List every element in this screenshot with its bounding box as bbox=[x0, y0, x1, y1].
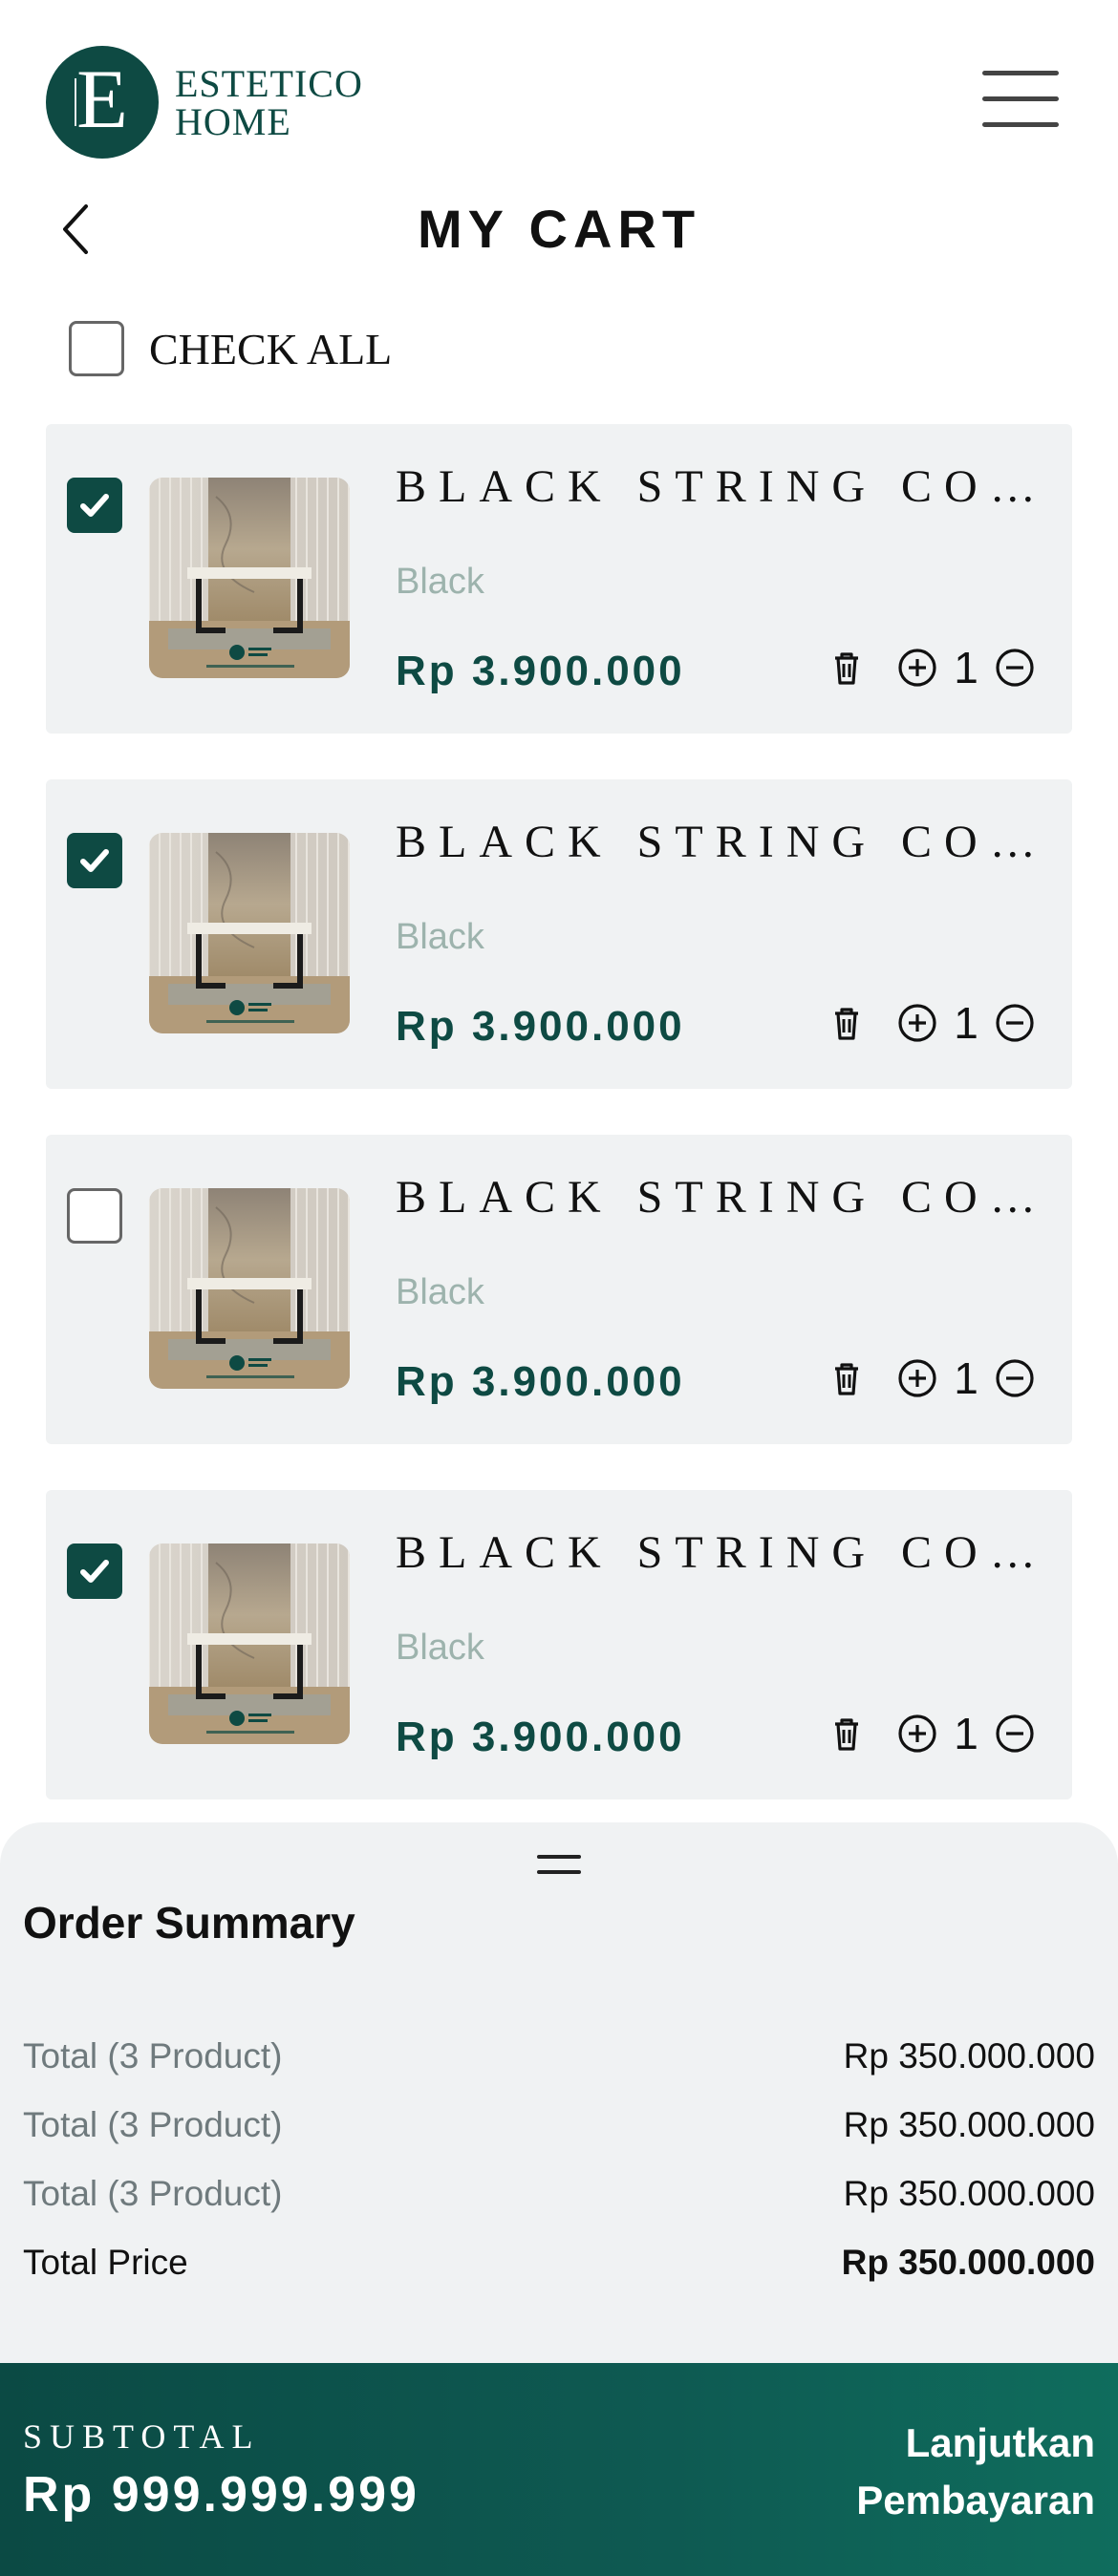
order-summary-sheet: Order Summary Total (3 Product) Rp 350.0… bbox=[0, 1822, 1118, 2367]
continue-payment-line1: Lanjutkan bbox=[905, 2420, 1095, 2465]
product-image[interactable] bbox=[149, 833, 350, 1033]
logo-accent-line bbox=[75, 78, 78, 126]
trash-icon[interactable] bbox=[826, 1357, 868, 1399]
quantity-value: 1 bbox=[954, 998, 978, 1048]
brand-name: ESTETICO HOME bbox=[175, 65, 363, 141]
trash-icon[interactable] bbox=[826, 1713, 868, 1755]
app-header: E ESTETICO HOME bbox=[0, 0, 1118, 191]
plus-circle-icon[interactable] bbox=[896, 1002, 938, 1044]
summary-row: Total (3 Product) Rp 350.000.000 bbox=[23, 2174, 1095, 2214]
item-actions: 1 bbox=[826, 1352, 1036, 1404]
check-all-checkbox[interactable] bbox=[69, 321, 124, 376]
summary-row-label: Total (3 Product) bbox=[23, 2036, 283, 2076]
subtotal-label: SUBTOTAL bbox=[23, 2417, 261, 2456]
product-variant: Black bbox=[396, 1272, 484, 1312]
minus-circle-icon[interactable] bbox=[994, 1357, 1036, 1399]
product-variant: Black bbox=[396, 917, 484, 957]
minus-circle-icon[interactable] bbox=[994, 647, 1036, 689]
quantity-value: 1 bbox=[954, 1353, 978, 1403]
cart-item[interactable]: BLACK STRING COUNTER TABLE Black Rp 3.900.… bbox=[46, 779, 1072, 1089]
continue-payment-button[interactable]: Lanjutkan Pembayaran bbox=[856, 2415, 1095, 2529]
product-image[interactable] bbox=[149, 1188, 350, 1389]
product-price: Rp 3.900.000 bbox=[396, 1003, 685, 1050]
product-price: Rp 3.900.000 bbox=[396, 1358, 685, 1405]
cart-item[interactable]: BLACK STRING COUNTER TABLE Black Rp 3.900.… bbox=[46, 1135, 1072, 1444]
summary-row-value: Rp 350.000.000 bbox=[843, 2174, 1095, 2213]
hamburger-icon[interactable] bbox=[982, 71, 1059, 132]
summary-row: Total (3 Product) Rp 350.000.000 bbox=[23, 2105, 1095, 2145]
brand-logo[interactable]: E bbox=[46, 46, 159, 159]
cart-item[interactable]: BLACK STRING COUNTER TABLE Black Rp 3.900.… bbox=[46, 424, 1072, 734]
summary-row-label: Total (3 Product) bbox=[23, 2105, 283, 2144]
product-name[interactable]: BLACK STRING COUNTER TABLE bbox=[396, 1526, 1055, 1579]
product-name[interactable]: BLACK STRING COUNTER TABLE bbox=[396, 816, 1055, 868]
product-image[interactable] bbox=[149, 478, 350, 678]
item-checkbox[interactable] bbox=[67, 833, 122, 888]
product-price: Rp 3.900.000 bbox=[396, 1714, 685, 1760]
page-title: MY CART bbox=[417, 199, 701, 259]
item-actions: 1 bbox=[826, 642, 1036, 693]
check-icon bbox=[80, 494, 109, 517]
plus-circle-icon[interactable] bbox=[896, 1713, 938, 1755]
item-actions: 1 bbox=[826, 997, 1036, 1049]
summary-row-value: Rp 350.000.000 bbox=[843, 2036, 1095, 2076]
check-all-label: CHECK ALL bbox=[149, 324, 393, 373]
minus-circle-icon[interactable] bbox=[994, 1713, 1036, 1755]
summary-row: Total (3 Product) Rp 350.000.000 bbox=[23, 2036, 1095, 2076]
check-all-toggle[interactable]: CHECK ALL bbox=[69, 321, 392, 376]
product-variant: Black bbox=[396, 562, 484, 602]
item-checkbox[interactable] bbox=[67, 478, 122, 533]
product-name[interactable]: BLACK STRING COUNTER TABLE bbox=[396, 460, 1055, 513]
quantity-value: 1 bbox=[954, 1709, 978, 1758]
product-variant: Black bbox=[396, 1628, 484, 1668]
continue-payment-line2: Pembayaran bbox=[856, 2478, 1095, 2523]
minus-circle-icon[interactable] bbox=[994, 1002, 1036, 1044]
summary-row-value: Rp 350.000.000 bbox=[843, 2105, 1095, 2144]
total-price-value: Rp 350.000.000 bbox=[841, 2243, 1095, 2282]
plus-circle-icon[interactable] bbox=[896, 647, 938, 689]
summary-total-row: Total Price Rp 350.000.000 bbox=[23, 2243, 1095, 2283]
summary-row-label: Total (3 Product) bbox=[23, 2174, 283, 2213]
product-name[interactable]: BLACK STRING COUNTER TABLE bbox=[396, 1171, 1055, 1224]
checkout-bar: SUBTOTAL Rp 999.999.999 Lanjutkan Pembay… bbox=[0, 2363, 1118, 2576]
check-icon bbox=[80, 1560, 109, 1583]
summary-title: Order Summary bbox=[23, 1898, 355, 1948]
brand-name-line2: HOME bbox=[175, 100, 291, 143]
cart-item[interactable]: BLACK STRING COUNTER TABLE Black Rp 3.900.… bbox=[46, 1490, 1072, 1799]
plus-circle-icon[interactable] bbox=[896, 1357, 938, 1399]
brand-name-line1: ESTETICO bbox=[175, 62, 363, 105]
check-icon bbox=[80, 849, 109, 872]
trash-icon[interactable] bbox=[826, 1002, 868, 1044]
drag-handle[interactable] bbox=[537, 1855, 581, 1878]
item-checkbox[interactable] bbox=[67, 1188, 122, 1244]
item-actions: 1 bbox=[826, 1708, 1036, 1759]
product-image[interactable] bbox=[149, 1543, 350, 1744]
product-price: Rp 3.900.000 bbox=[396, 648, 685, 694]
trash-icon[interactable] bbox=[826, 647, 868, 689]
item-checkbox[interactable] bbox=[67, 1543, 122, 1599]
logo-letter: E bbox=[76, 53, 128, 146]
total-price-label: Total Price bbox=[23, 2243, 188, 2282]
quantity-value: 1 bbox=[954, 643, 978, 692]
subtotal-value: Rp 999.999.999 bbox=[23, 2467, 419, 2523]
